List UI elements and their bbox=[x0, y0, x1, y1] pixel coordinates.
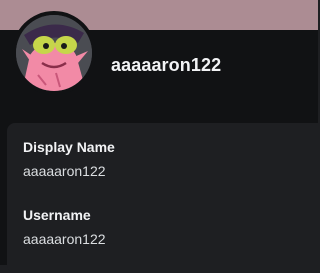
profile-header-name: aaaaaron122 bbox=[111, 55, 222, 75]
username-label: Username bbox=[23, 207, 91, 223]
display-name-value: aaaaaron122 bbox=[23, 163, 106, 179]
user-info-card: Display Name aaaaaron122 Username aaaaar… bbox=[7, 123, 320, 273]
avatar-pink-character-icon bbox=[16, 15, 92, 91]
avatar[interactable] bbox=[16, 15, 92, 91]
display-name-label: Display Name bbox=[23, 139, 115, 155]
username-value: aaaaaron122 bbox=[23, 231, 106, 247]
